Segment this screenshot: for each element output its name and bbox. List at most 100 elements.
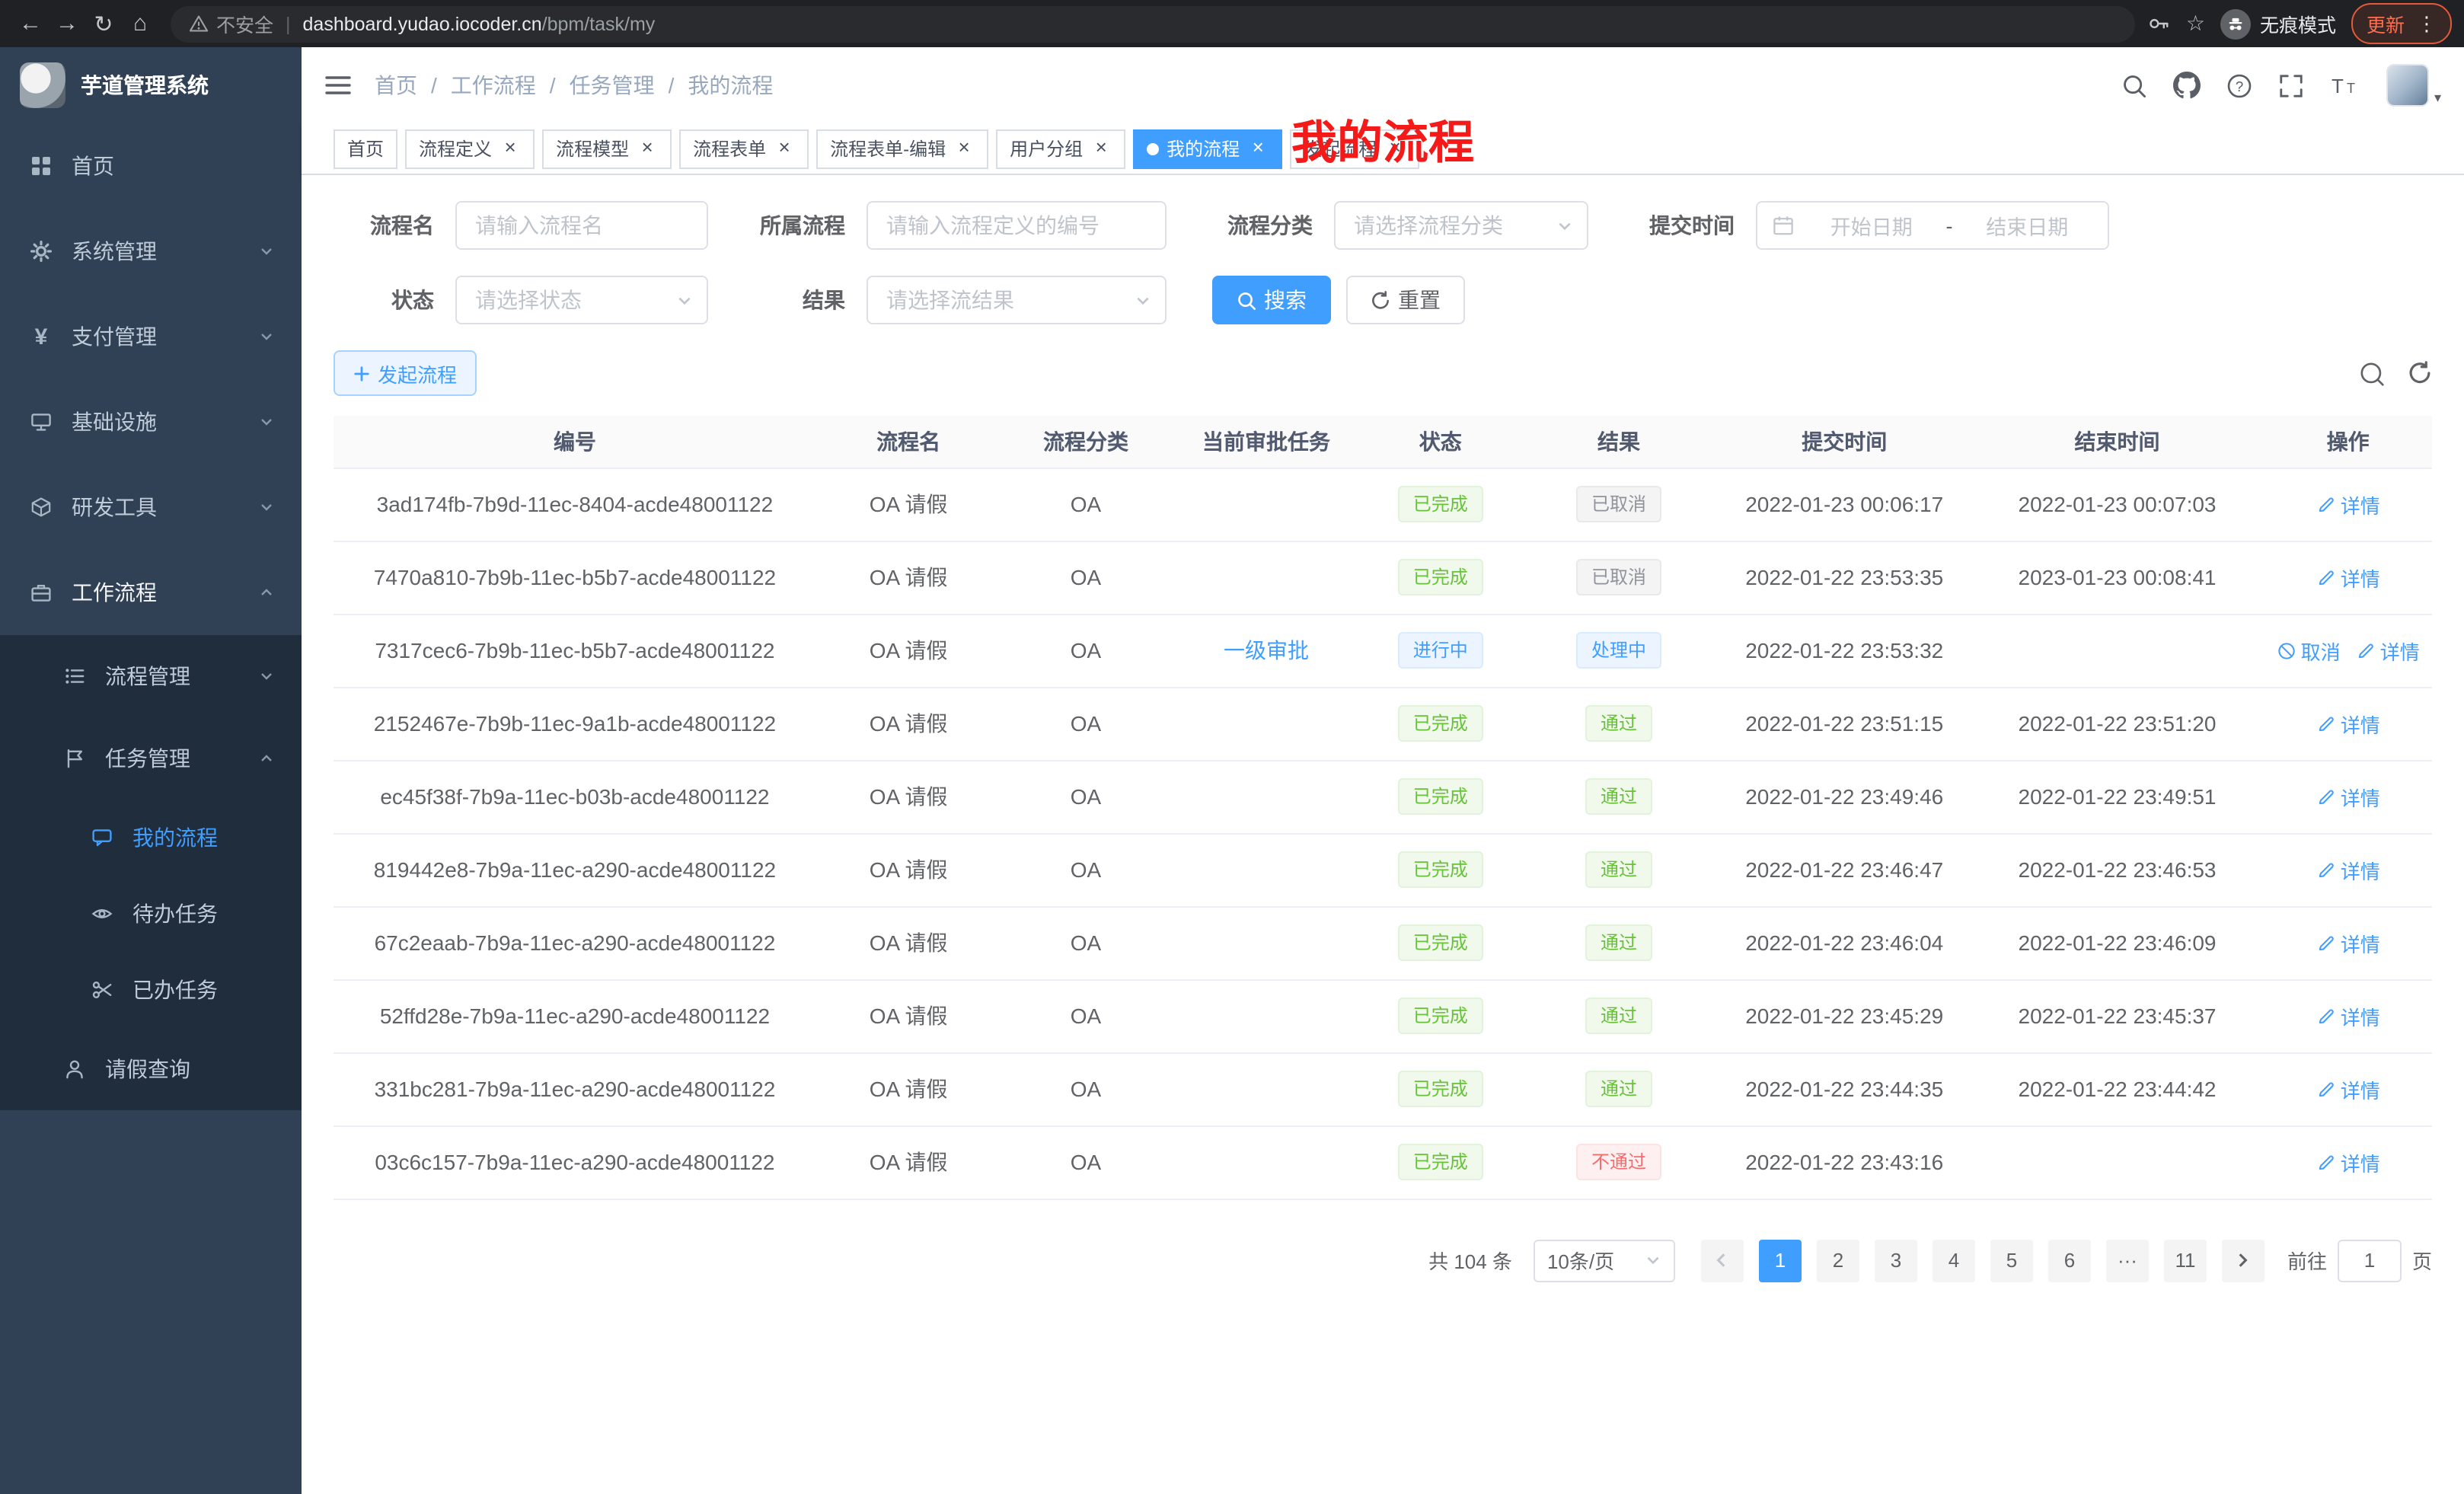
submit-time-range-picker[interactable]: 开始日期 - 结束日期 — [1756, 201, 2109, 250]
process-name-input[interactable] — [455, 201, 708, 250]
page-button[interactable]: 4 — [1933, 1239, 1975, 1282]
reset-button[interactable]: 重置 — [1346, 276, 1465, 324]
page-button[interactable]: 1 — [1759, 1239, 1802, 1282]
tab-view[interactable]: 流程表单-编辑× — [816, 129, 988, 168]
start-date-placeholder[interactable]: 开始日期 — [1806, 210, 1937, 241]
row-action-edit[interactable]: 详情 — [2316, 928, 2380, 957]
sidebar-item-home[interactable]: 首页 — [0, 123, 302, 209]
sidebar-item-my-process[interactable]: 我的流程 — [0, 800, 302, 876]
browser-reload-icon[interactable]: ↻ — [85, 5, 122, 42]
sidebar-item-workflow[interactable]: 工作流程 — [0, 550, 302, 635]
sidebar-collapse-icon[interactable] — [324, 73, 352, 97]
bookmark-star-icon[interactable]: ☆ — [2186, 11, 2205, 37]
goto-page-input[interactable] — [2338, 1239, 2402, 1282]
row-action-edit[interactable]: 详情 — [2316, 1074, 2380, 1103]
address-bar[interactable]: 不安全 | dashboard.yudao.iocoder.cn/bpm/tas… — [171, 5, 2136, 42]
browser-menu-icon[interactable]: ⋮ — [2417, 11, 2437, 36]
page-button[interactable]: 2 — [1817, 1239, 1859, 1282]
tab-view[interactable]: 用户分组× — [996, 129, 1125, 168]
sidebar-item-system[interactable]: 系统管理 — [0, 209, 302, 294]
cell-actions: 详情 — [2264, 1052, 2432, 1125]
cell-result: 通过 — [1519, 1052, 1719, 1125]
sidebar-item-infrastructure[interactable]: 基础设施 — [0, 379, 302, 464]
page-button[interactable]: 11 — [2164, 1239, 2207, 1282]
breadcrumb-item[interactable]: 首页 — [375, 70, 417, 101]
prev-page-button[interactable] — [1701, 1239, 1744, 1282]
row-action-edit[interactable]: 详情 — [2316, 855, 2380, 884]
cell-end-time — [1971, 614, 2265, 687]
font-size-icon[interactable]: TT — [2331, 73, 2361, 97]
close-icon[interactable]: × — [953, 138, 975, 159]
search-icon[interactable] — [2122, 72, 2148, 98]
cell-status: 已完成 — [1361, 906, 1519, 979]
category-select[interactable]: 请选择流程分类 — [1334, 201, 1588, 250]
close-icon[interactable]: × — [774, 138, 795, 159]
row-action-edit[interactable]: 详情 — [2316, 490, 2380, 519]
tab-view[interactable]: 流程模型× — [542, 129, 672, 168]
cell-process-name: OA 请假 — [816, 614, 1001, 687]
tab-label: 我的流程 — [1167, 136, 1240, 161]
row-action-edit[interactable]: 详情 — [2316, 1001, 2380, 1030]
close-icon[interactable]: × — [1247, 138, 1269, 159]
row-action-edit[interactable]: 详情 — [2316, 1148, 2380, 1176]
incognito-badge: 无痕模式 — [2220, 8, 2336, 39]
user-menu[interactable]: ▾ — [2387, 64, 2441, 107]
breadcrumb-item[interactable]: 工作流程 — [451, 70, 536, 101]
sidebar-item-todo-tasks[interactable]: 待办任务 — [0, 876, 302, 952]
close-icon[interactable]: × — [1090, 138, 1112, 159]
row-action-edit[interactable]: 详情 — [2316, 782, 2380, 811]
result-select[interactable]: 请选择流结果 — [867, 276, 1167, 324]
status-badge: 已完成 — [1398, 1071, 1483, 1107]
row-action-edit[interactable]: 详情 — [2316, 563, 2380, 592]
close-icon[interactable]: × — [500, 138, 521, 159]
browser-home-icon[interactable]: ⌂ — [122, 5, 158, 42]
row-action-edit[interactable]: 详情 — [2316, 709, 2380, 738]
github-icon[interactable] — [2174, 72, 2201, 99]
more-pages-button[interactable]: ··· — [2106, 1239, 2149, 1282]
tab-view[interactable]: 流程表单× — [679, 129, 809, 168]
tab-view[interactable]: 流程定义× — [405, 129, 535, 168]
tab-view[interactable]: 发起流程× — [1290, 129, 1419, 168]
page-button[interactable]: 5 — [1990, 1239, 2033, 1282]
fullscreen-icon[interactable] — [2279, 72, 2305, 98]
browser-forward-icon[interactable]: → — [49, 5, 85, 42]
close-icon[interactable]: × — [1384, 138, 1406, 159]
create-process-button[interactable]: 发起流程 — [334, 350, 477, 396]
current-task-link[interactable]: 一级审批 — [1224, 635, 1309, 666]
result-badge: 已取消 — [1576, 486, 1661, 522]
end-date-placeholder[interactable]: 结束日期 — [1962, 210, 2093, 241]
edit-icon — [2316, 494, 2336, 514]
toggle-search-icon[interactable] — [2359, 360, 2385, 386]
sidebar-item-payment[interactable]: ¥ 支付管理 — [0, 294, 302, 379]
row-action-cancel[interactable]: 取消 — [2277, 636, 2341, 665]
category-label: 流程分类 — [1212, 210, 1313, 241]
password-key-icon[interactable] — [2148, 12, 2171, 35]
search-button[interactable]: 搜索 — [1212, 276, 1331, 324]
refresh-table-icon[interactable] — [2408, 361, 2432, 385]
parent-process-input[interactable] — [867, 201, 1167, 250]
sidebar-item-leave-query[interactable]: 请假查询 — [0, 1028, 302, 1110]
sidebar-item-done-tasks[interactable]: 已办任务 — [0, 952, 302, 1028]
help-icon[interactable]: ? — [2227, 72, 2253, 98]
tab-view[interactable]: 首页 — [334, 129, 397, 168]
app-logo[interactable]: 芋道管理系统 — [0, 47, 302, 123]
browser-update-button[interactable]: 更新 ⋮ — [2351, 3, 2452, 44]
page-size-select[interactable]: 10条/页 — [1534, 1239, 1675, 1282]
tab-view[interactable]: 我的流程 × — [1133, 129, 1282, 168]
sidebar-item-task-management[interactable]: 任务管理 — [0, 717, 302, 800]
column-header: 流程名 — [816, 416, 1001, 468]
avatar[interactable] — [2387, 64, 2430, 107]
status-select[interactable]: 请选择状态 — [455, 276, 708, 324]
column-header: 状态 — [1361, 416, 1519, 468]
page-button[interactable]: 3 — [1875, 1239, 1917, 1282]
row-action-edit[interactable]: 详情 — [2356, 636, 2420, 665]
sidebar-item-process-management[interactable]: 流程管理 — [0, 635, 302, 717]
sidebar-item-devtools[interactable]: 研发工具 — [0, 464, 302, 550]
page-button[interactable]: 6 — [2048, 1239, 2091, 1282]
close-icon[interactable]: × — [637, 138, 658, 159]
action-label: 详情 — [2341, 563, 2380, 592]
next-page-button[interactable] — [2222, 1239, 2265, 1282]
browser-back-icon[interactable]: ← — [12, 5, 49, 42]
table-row: 52ffd28e-7b9a-11ec-a290-acde48001122OA 请… — [334, 979, 2432, 1052]
breadcrumb-item[interactable]: 任务管理 — [570, 70, 655, 101]
